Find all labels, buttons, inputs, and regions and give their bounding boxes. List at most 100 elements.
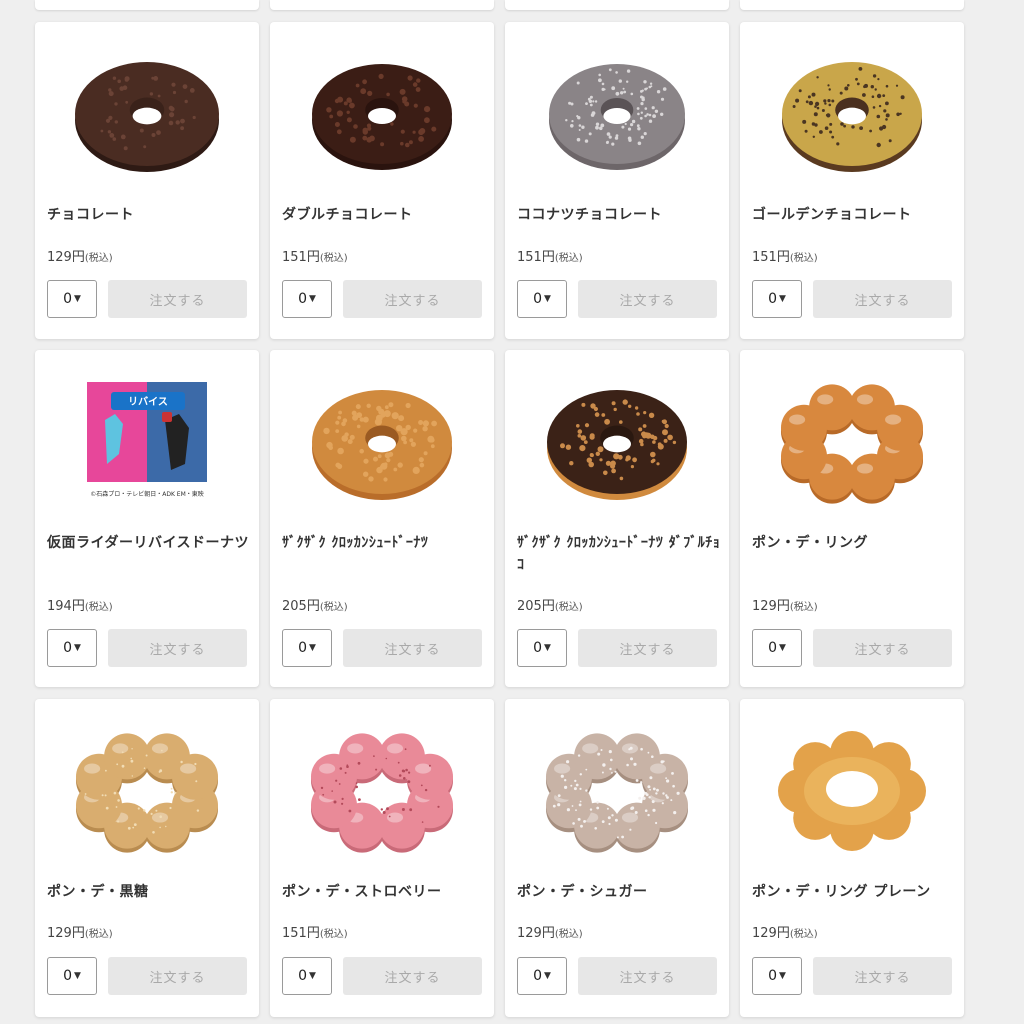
- crunchy-croquant-double-choco-donut-image[interactable]: [505, 350, 729, 520]
- product-name[interactable]: 仮面ライダーリバイスドーナツ: [47, 532, 251, 554]
- price-value: 129円: [752, 926, 790, 941]
- product-price: 151円(税込): [282, 246, 348, 265]
- quantity-value: 0: [768, 291, 777, 307]
- product-card: ポン・デ・シュガー 129円(税込) 0 ▼ 注文する: [505, 699, 729, 1017]
- crunchy-croquant-donut-image[interactable]: [270, 350, 494, 520]
- tax-included-label: (税込): [319, 253, 348, 264]
- price-value: 151円: [517, 250, 555, 265]
- quantity-value: 0: [768, 640, 777, 656]
- tax-included-label: (税込): [319, 602, 348, 613]
- product-card: ポン・デ・リング 129円(税込) 0 ▼ 注文する: [740, 350, 964, 687]
- price-value: 129円: [47, 926, 85, 941]
- product-name[interactable]: ポン・デ・リング: [752, 532, 956, 554]
- price-value: 151円: [282, 926, 320, 941]
- product-price: 129円(税込): [517, 922, 583, 941]
- product-name[interactable]: ｻﾞｸｻﾞｸ ｸﾛｯｶﾝｼｭｰﾄﾞｰﾅﾂ: [282, 532, 486, 554]
- quantity-select[interactable]: 0 ▼: [47, 280, 97, 318]
- order-button[interactable]: 注文する: [108, 629, 247, 667]
- price-value: 151円: [752, 250, 790, 265]
- product-price: 194円(税込): [47, 595, 113, 614]
- product-price: 129円(税込): [752, 595, 818, 614]
- double-chocolate-donut-image[interactable]: [270, 22, 494, 192]
- quantity-value: 0: [63, 291, 72, 307]
- previous-row-card-edge: [740, 0, 964, 10]
- tax-included-label: (税込): [84, 253, 113, 264]
- dropdown-caret-icon: ▼: [544, 971, 551, 981]
- product-name[interactable]: チョコレート: [47, 204, 251, 226]
- order-button[interactable]: 注文する: [343, 957, 482, 995]
- order-button[interactable]: 注文する: [813, 957, 952, 995]
- order-button[interactable]: 注文する: [578, 629, 717, 667]
- dropdown-caret-icon: ▼: [309, 971, 316, 981]
- pon-de-sugar-image[interactable]: [505, 699, 729, 869]
- quantity-value: 0: [298, 640, 307, 656]
- product-name[interactable]: ポン・デ・リング プレーン: [752, 881, 956, 903]
- order-button[interactable]: 注文する: [108, 957, 247, 995]
- dropdown-caret-icon: ▼: [779, 294, 786, 304]
- chocolate-donut-image[interactable]: [35, 22, 259, 192]
- product-name[interactable]: ポン・デ・シュガー: [517, 881, 721, 903]
- price-value: 205円: [282, 599, 320, 614]
- order-button[interactable]: 注文する: [343, 629, 482, 667]
- quantity-select[interactable]: 0 ▼: [47, 957, 97, 995]
- tax-included-label: (税込): [84, 929, 113, 940]
- previous-row-card-edge: [35, 0, 259, 10]
- pon-de-kokuto-image[interactable]: [35, 699, 259, 869]
- product-card: チョコレート 129円(税込) 0 ▼ 注文する: [35, 22, 259, 339]
- product-card: ｻﾞｸｻﾞｸ ｸﾛｯｶﾝｼｭｰﾄﾞｰﾅﾂ 205円(税込) 0 ▼ 注文する: [270, 350, 494, 687]
- box-caption: リバイス: [128, 396, 168, 408]
- order-button[interactable]: 注文する: [108, 280, 247, 318]
- product-name[interactable]: ココナツチョコレート: [517, 204, 721, 226]
- dropdown-caret-icon: ▼: [779, 971, 786, 981]
- price-value: 129円: [517, 926, 555, 941]
- product-name[interactable]: ｻﾞｸｻﾞｸ ｸﾛｯｶﾝｼｭｰﾄﾞｰﾅﾂ ﾀﾞﾌﾞﾙﾁｮｺ: [517, 532, 721, 576]
- quantity-value: 0: [533, 640, 542, 656]
- quantity-select[interactable]: 0 ▼: [752, 957, 802, 995]
- quantity-value: 0: [63, 640, 72, 656]
- price-value: 129円: [752, 599, 790, 614]
- order-button[interactable]: 注文する: [813, 629, 952, 667]
- product-name[interactable]: ポン・デ・ストロベリー: [282, 881, 486, 903]
- pon-de-ring-plain-image[interactable]: [740, 699, 964, 869]
- order-button[interactable]: 注文する: [578, 280, 717, 318]
- order-button[interactable]: 注文する: [813, 280, 952, 318]
- price-value: 129円: [47, 250, 85, 265]
- product-price: 129円(税込): [752, 922, 818, 941]
- pon-de-ring-image[interactable]: [740, 350, 964, 520]
- quantity-value: 0: [768, 968, 777, 984]
- dropdown-caret-icon: ▼: [309, 294, 316, 304]
- quantity-select[interactable]: 0 ▼: [282, 629, 332, 667]
- tax-included-label: (税込): [789, 602, 818, 613]
- quantity-select[interactable]: 0 ▼: [282, 280, 332, 318]
- quantity-select[interactable]: 0 ▼: [517, 957, 567, 995]
- previous-row-card-edge: [505, 0, 729, 10]
- kamen-rider-revice-box-image[interactable]: リバイス ©石森プロ・テレビ朝日・ADK EM・東映: [35, 350, 259, 520]
- product-name[interactable]: ポン・デ・黒糖: [47, 881, 251, 903]
- quantity-select[interactable]: 0 ▼: [282, 957, 332, 995]
- previous-row-card-edge: [270, 0, 494, 10]
- product-name[interactable]: ダブルチョコレート: [282, 204, 486, 226]
- tax-included-label: (税込): [789, 253, 818, 264]
- tax-included-label: (税込): [319, 929, 348, 940]
- product-price: 151円(税込): [752, 246, 818, 265]
- quantity-select[interactable]: 0 ▼: [752, 629, 802, 667]
- product-card: ダブルチョコレート 151円(税込) 0 ▼ 注文する: [270, 22, 494, 339]
- quantity-select[interactable]: 0 ▼: [517, 629, 567, 667]
- quantity-select[interactable]: 0 ▼: [517, 280, 567, 318]
- price-value: 194円: [47, 599, 85, 614]
- product-name[interactable]: ゴールデンチョコレート: [752, 204, 956, 226]
- pon-de-strawberry-image[interactable]: [270, 699, 494, 869]
- coconut-chocolate-donut-image[interactable]: [505, 22, 729, 192]
- order-button[interactable]: 注文する: [343, 280, 482, 318]
- golden-chocolate-donut-image[interactable]: [740, 22, 964, 192]
- tax-included-label: (税込): [554, 253, 583, 264]
- price-value: 151円: [282, 250, 320, 265]
- product-price: 205円(税込): [282, 595, 348, 614]
- product-card: ココナツチョコレート 151円(税込) 0 ▼ 注文する: [505, 22, 729, 339]
- quantity-value: 0: [298, 968, 307, 984]
- quantity-select[interactable]: 0 ▼: [47, 629, 97, 667]
- quantity-select[interactable]: 0 ▼: [752, 280, 802, 318]
- tax-included-label: (税込): [554, 602, 583, 613]
- tax-included-label: (税込): [84, 602, 113, 613]
- order-button[interactable]: 注文する: [578, 957, 717, 995]
